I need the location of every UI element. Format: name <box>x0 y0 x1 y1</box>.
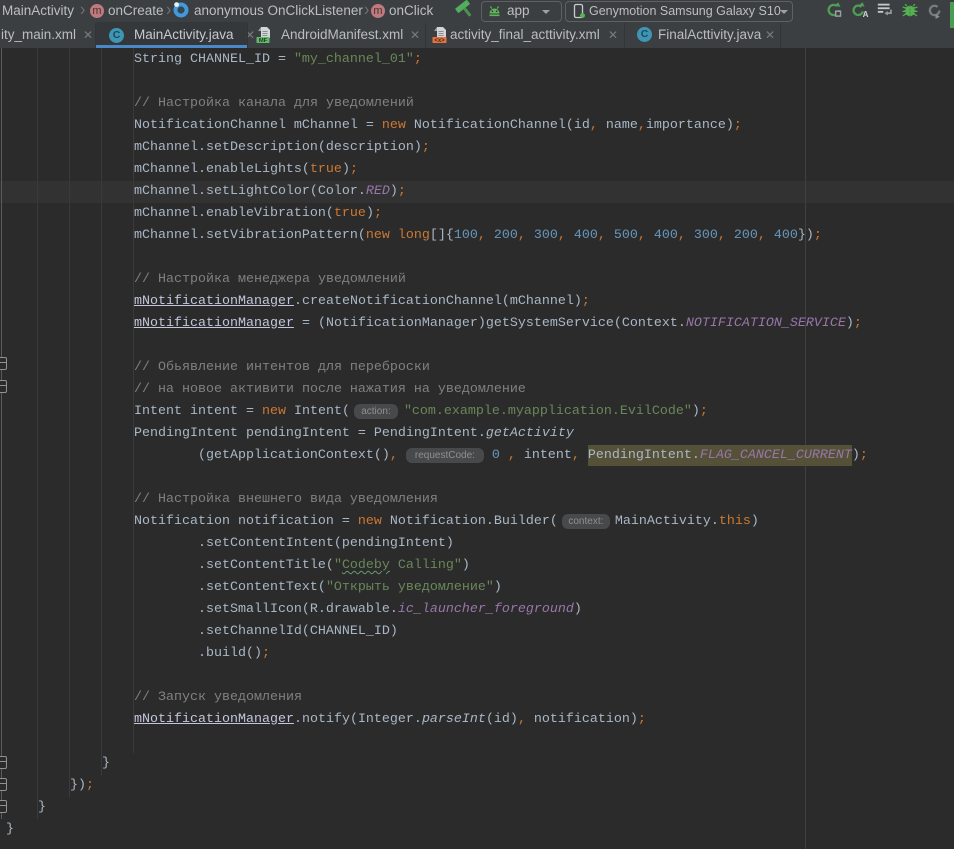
svg-text:A: A <box>863 10 869 19</box>
svg-text:<x>: <x> <box>434 38 445 43</box>
svg-text:MF: MF <box>259 38 268 43</box>
